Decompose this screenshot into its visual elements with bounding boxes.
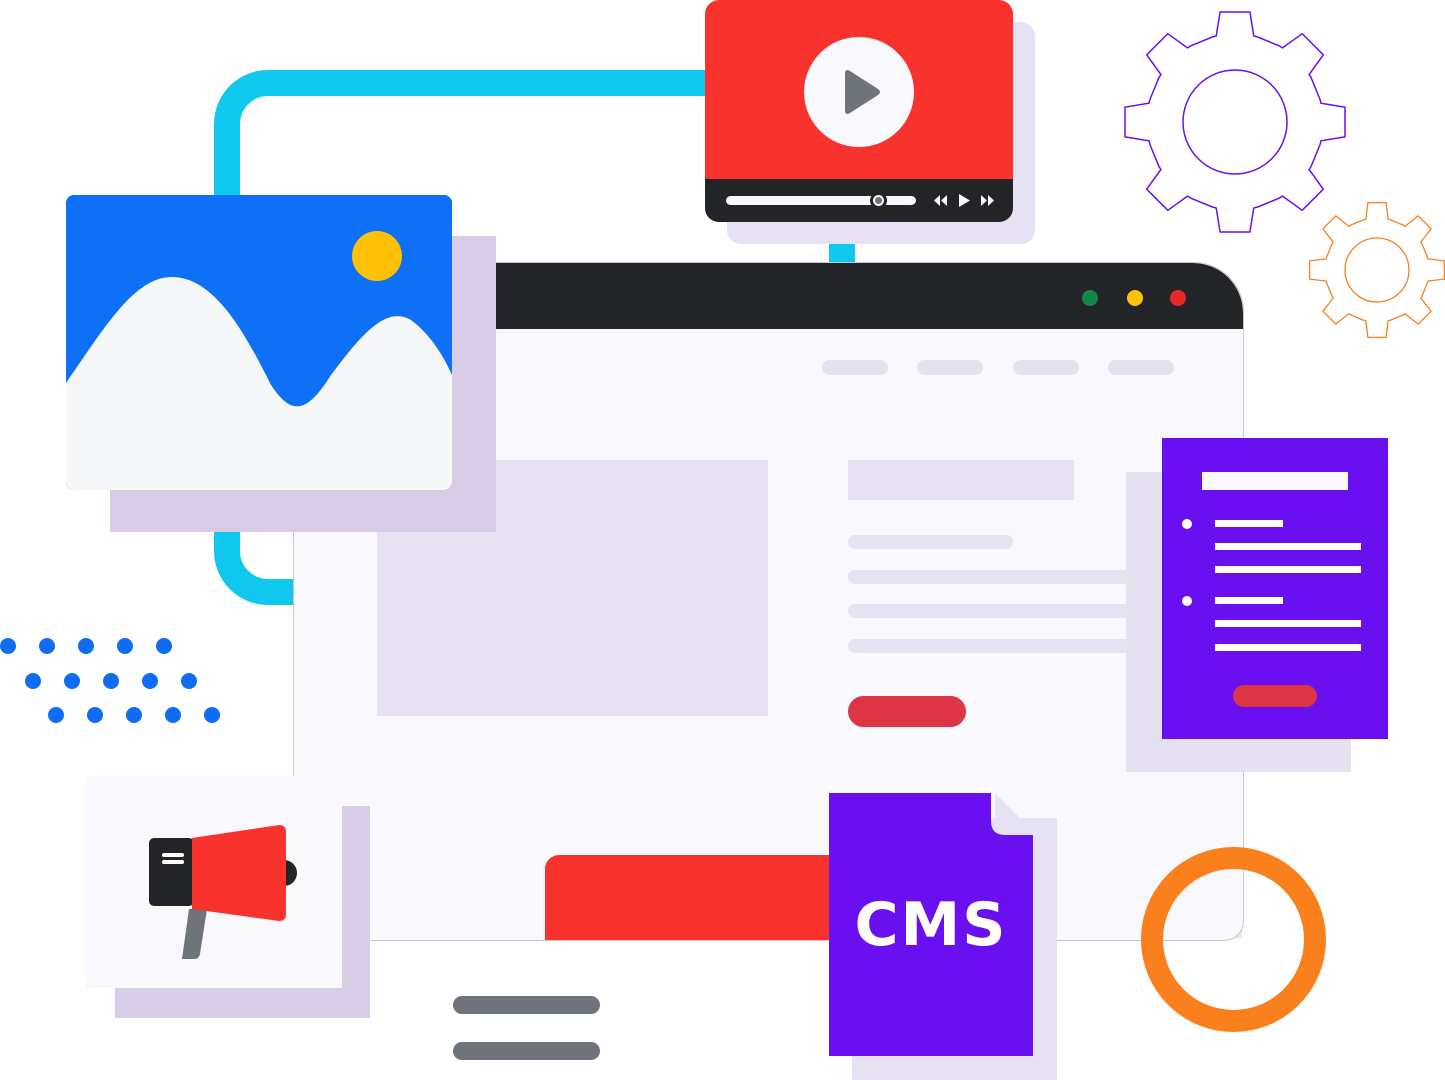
- cta-button[interactable]: [848, 696, 966, 727]
- document-button[interactable]: [1233, 685, 1317, 707]
- rewind-icon[interactable]: [933, 194, 948, 207]
- megaphone-icon: [149, 825, 297, 959]
- pattern-dot: [165, 707, 181, 723]
- play-button[interactable]: [804, 37, 914, 147]
- text-line: [848, 535, 1013, 549]
- window-dot-green: [1082, 290, 1098, 306]
- forward-icon[interactable]: [980, 194, 995, 207]
- nav-item[interactable]: [822, 360, 888, 375]
- pattern-dot: [25, 673, 41, 689]
- orange-ring: [1141, 847, 1326, 1032]
- text-line: [453, 1042, 600, 1060]
- progress-track[interactable]: [726, 196, 916, 205]
- video-controls: [705, 179, 1013, 222]
- window-dot-red: [1170, 290, 1186, 306]
- window-dot-yellow: [1127, 290, 1143, 306]
- pattern-dot: [64, 673, 80, 689]
- document-card: [1162, 438, 1388, 739]
- text-line: [1215, 597, 1283, 604]
- pattern-dot: [204, 707, 220, 723]
- text-line: [1215, 543, 1361, 550]
- play-icon: [845, 70, 880, 114]
- pattern-dot: [126, 707, 142, 723]
- pattern-dot: [78, 638, 94, 654]
- video-player: [705, 0, 1013, 222]
- bullet-dot: [1182, 596, 1192, 606]
- text-line: [848, 604, 1164, 618]
- red-banner-block: [545, 855, 845, 940]
- play-small-icon[interactable]: [957, 193, 971, 208]
- gear-icon: [1308, 201, 1445, 339]
- progress-knob[interactable]: [870, 192, 887, 209]
- text-line: [1215, 520, 1283, 527]
- nav-item[interactable]: [1108, 360, 1174, 375]
- text-line: [1215, 620, 1361, 627]
- pattern-dot: [181, 673, 197, 689]
- pattern-dot: [0, 638, 16, 654]
- megaphone-card: [86, 776, 342, 988]
- text-line: [848, 570, 1164, 584]
- pattern-dot: [117, 638, 133, 654]
- image-icon: [66, 195, 452, 490]
- pattern-dot: [48, 707, 64, 723]
- pattern-dot: [156, 638, 172, 654]
- text-line: [1215, 566, 1361, 573]
- cms-label: CMS: [854, 890, 1008, 960]
- pattern-dot: [103, 673, 119, 689]
- bullet-dot: [1182, 519, 1192, 529]
- pattern-dot: [87, 707, 103, 723]
- nav-item[interactable]: [917, 360, 983, 375]
- heading-placeholder: [848, 460, 1074, 500]
- text-line: [453, 996, 600, 1014]
- document-title-bar: [1202, 472, 1348, 490]
- nav-item[interactable]: [1013, 360, 1079, 375]
- pattern-dot: [142, 673, 158, 689]
- text-line: [1215, 644, 1361, 651]
- text-line: [848, 639, 1164, 653]
- pattern-dot: [39, 638, 55, 654]
- image-card: [66, 195, 452, 490]
